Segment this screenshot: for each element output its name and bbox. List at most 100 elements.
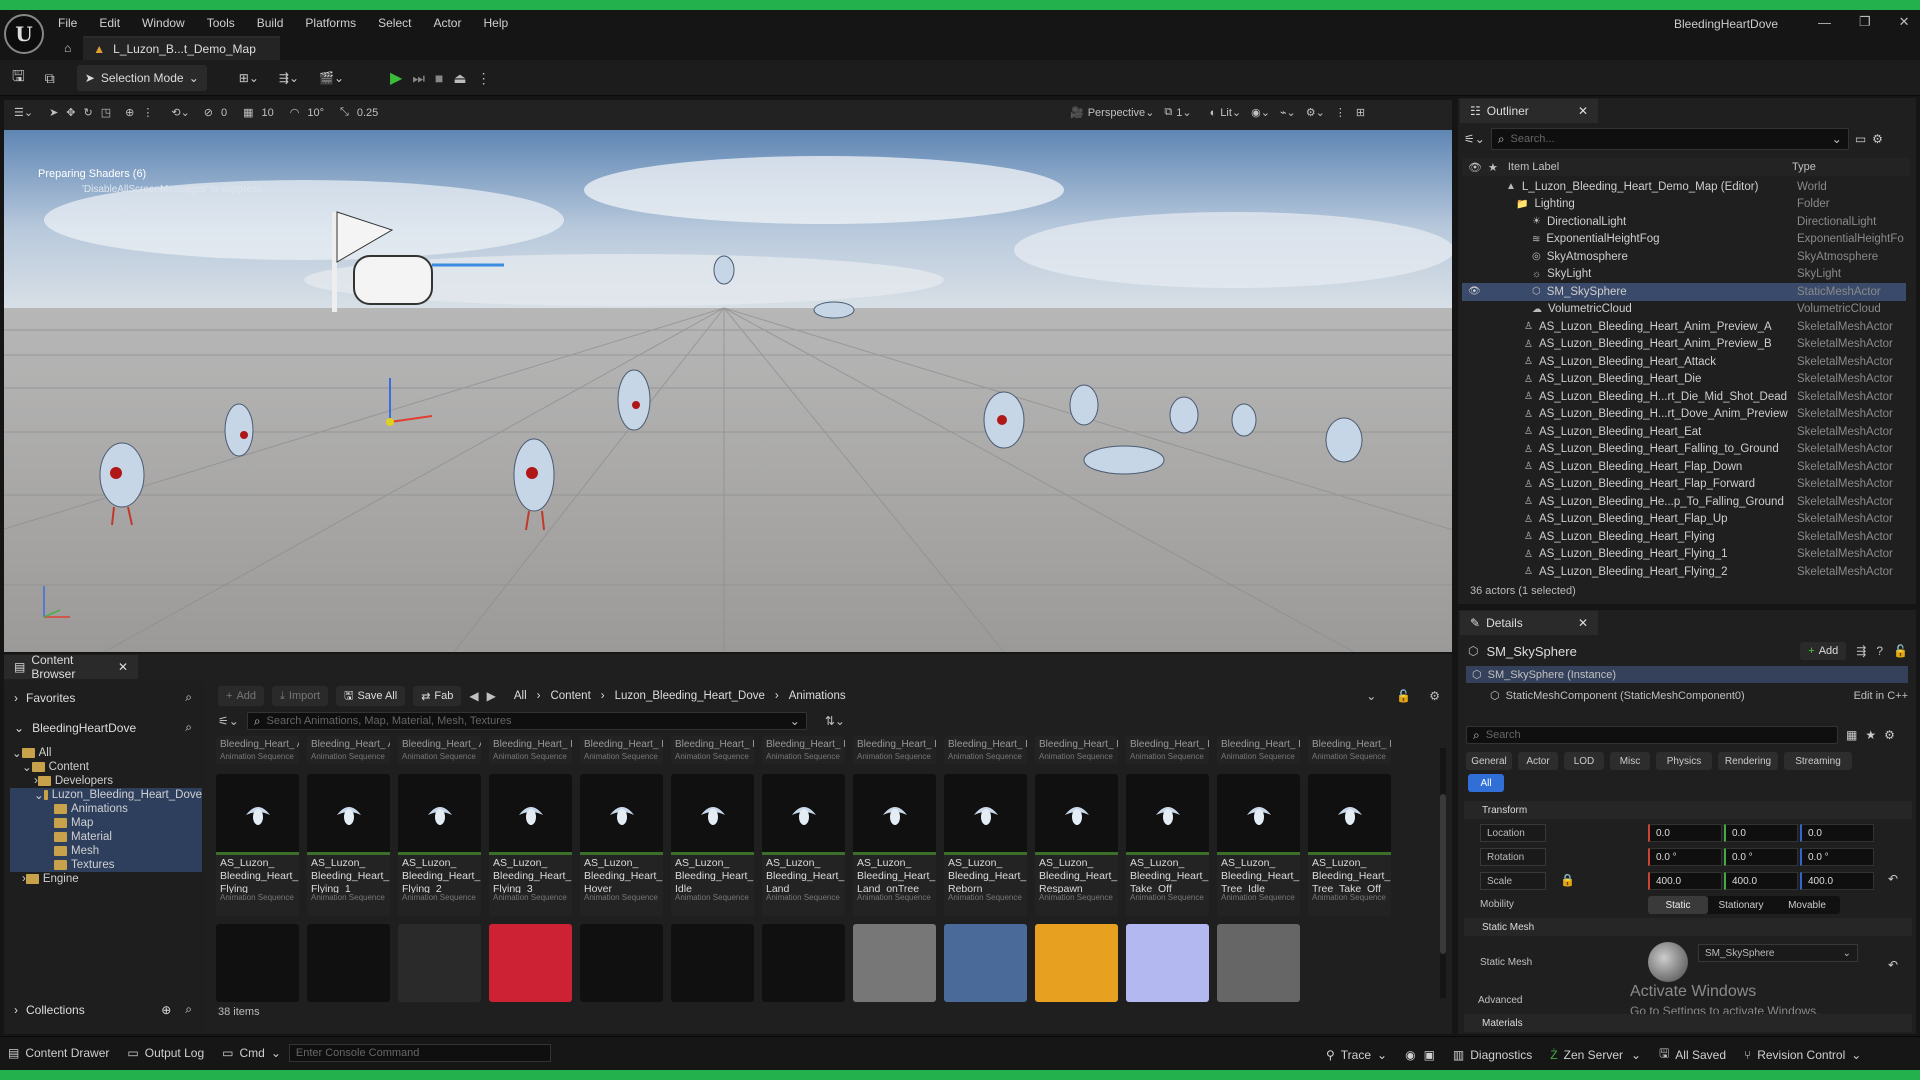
menu-select[interactable]: Select: [378, 16, 411, 30]
static-mesh-thumbnail[interactable]: [1648, 942, 1688, 982]
import-button[interactable]: ⤓ Import: [272, 686, 329, 706]
tab-content-browser[interactable]: ▤ Content Browser ✕: [4, 653, 138, 681]
asset-tile[interactable]: Bleeding_Heart_ Anim_Preview_B Animation …: [307, 736, 390, 764]
outliner-row[interactable]: ♙ AS_Luzon_Bleeding_Heart_Anim_Preview_B S…: [1462, 336, 1906, 354]
rotate-snap-value[interactable]: 10°: [307, 107, 324, 119]
scale-dropdown[interactable]: Scale: [1480, 872, 1546, 890]
visibility-icon[interactable]: 👁: [1468, 286, 1481, 297]
details-search-input[interactable]: ⌕ Search: [1466, 726, 1838, 744]
rotate-snap-icon[interactable]: ◠: [290, 106, 300, 119]
lock-icon[interactable]: 🔓: [1396, 689, 1411, 703]
selection-mode-dropdown[interactable]: ➤ Selection Mode ⌄: [76, 65, 207, 91]
edit-cpp-link[interactable]: Edit in C++: [1854, 690, 1908, 702]
filter-tab-general[interactable]: General: [1466, 752, 1512, 770]
close-icon[interactable]: ✕: [118, 660, 128, 674]
menu-help[interactable]: Help: [483, 16, 508, 30]
settings-icon[interactable]: ⚙: [1884, 728, 1895, 742]
restore-icon[interactable]: ❐: [1859, 14, 1871, 30]
texture-thumbnail-icon[interactable]: [853, 924, 936, 1002]
outliner-row[interactable]: ♙ AS_Luzon_Bleeding_Heart_Die SkeletalMesh…: [1462, 371, 1906, 389]
outliner-row[interactable]: ♙ AS_Luzon_Bleeding_Heart_Falling_to_Grou…: [1462, 441, 1906, 459]
filter-tab-rendering[interactable]: Rendering: [1718, 752, 1778, 770]
outliner-row[interactable]: ♙ AS_Luzon_Bleeding_Heart_Attack SkeletalM…: [1462, 353, 1906, 371]
tree-item-dove[interactable]: ⌄ Luzon_Bleeding_Heart_Dove: [10, 788, 202, 802]
mesh-thumbnail-icon[interactable]: [398, 924, 481, 1002]
reset-icon[interactable]: ↶: [1888, 872, 1898, 886]
outliner-row[interactable]: ♙ AS_Luzon_Bleeding_Heart_Flying SkeletalM…: [1462, 528, 1906, 546]
search-icon[interactable]: ⌕: [185, 720, 192, 735]
outliner-row[interactable]: ♙ AS_Luzon_Bleeding_He...p_To_Falling_Gro…: [1462, 493, 1906, 511]
search-icon[interactable]: ⌕: [185, 1002, 192, 1017]
scale-y[interactable]: 400.0: [1724, 872, 1798, 890]
animation-thumbnail-icon[interactable]: [307, 924, 390, 1002]
perspective-dropdown[interactable]: 🎥 Perspective ⌄: [1070, 106, 1154, 120]
texture-thumbnail-icon[interactable]: [1217, 924, 1300, 1002]
asset-tile[interactable]: Bleeding_Heart_ Flap_To_Falling Animation…: [1126, 736, 1209, 764]
tree-item-map[interactable]: Map: [10, 816, 202, 830]
asset-tile[interactable]: AS_Luzon_ Bleeding_Heart_ Flying_2 Animat…: [398, 774, 481, 916]
scale-z[interactable]: 400.0: [1800, 872, 1874, 890]
cmd-dropdown[interactable]: ▭ Cmd ⌄: [222, 1046, 281, 1060]
tree-item-all[interactable]: ⌄ All: [10, 746, 202, 760]
tree-item-mesh[interactable]: Mesh: [10, 844, 202, 858]
asset-tile[interactable]: Bleeding_Heart_ Flap_Forward Animation Se…: [1035, 736, 1118, 764]
project-header[interactable]: ⌄ BleedingHeartDove ⌕: [14, 720, 192, 735]
history-forward-icon[interactable]: ▶: [487, 689, 496, 703]
rotation-x[interactable]: 0.0 °: [1648, 848, 1722, 866]
asset-tile[interactable]: AS_Luzon_ Bleeding_Heart_ Take_Off Animat…: [1126, 774, 1209, 916]
path-dropdown-icon[interactable]: ⌄: [1366, 689, 1376, 703]
view-mode-dropdown[interactable]: ◐ Lit ⌄: [1210, 106, 1242, 120]
mobility-movable[interactable]: Movable: [1774, 896, 1840, 914]
surface-snapping-icon[interactable]: ⟲⌄: [171, 106, 189, 119]
tab-outliner[interactable]: ☷ Outliner ✕: [1460, 99, 1598, 123]
filter-icon[interactable]: ⚟⌄: [218, 714, 239, 728]
asset-tile[interactable]: Bleeding_Heart_ Die_Mid_Shot_ Animation S…: [580, 736, 663, 764]
outliner-row[interactable]: ◎ SkyAtmosphere SkyAtmosphere: [1462, 248, 1906, 266]
close-icon[interactable]: ✕: [1578, 616, 1588, 630]
outliner-row[interactable]: ♙ AS_Luzon_Bleeding_H...rt_Die_Mid_Shot_D…: [1462, 388, 1906, 406]
scrollbar-thumb[interactable]: [1440, 794, 1446, 954]
output-log-button[interactable]: ▭ Output Log: [127, 1046, 204, 1060]
asset-tile[interactable]: AS_Luzon_ Bleeding_Heart_ Flying_3 Animat…: [489, 774, 572, 916]
animation-thumbnail-icon[interactable]: [216, 924, 299, 1002]
select-tool-icon[interactable]: ➤: [49, 106, 58, 119]
filter-tab-actor[interactable]: Actor: [1518, 752, 1558, 770]
favorites-icon[interactable]: ★: [1865, 728, 1876, 742]
record-icon[interactable]: ◉: [1405, 1048, 1415, 1062]
content-search-input[interactable]: ⌕ Search Animations, Map, Material, Mesh…: [246, 712, 807, 730]
diagnostics-button[interactable]: ▥ Diagnostics: [1453, 1048, 1532, 1062]
animation-thumbnail-icon[interactable]: [580, 924, 663, 1002]
asset-tile[interactable]: Bleeding_Heart_ Anim_Preview_A Animation …: [216, 736, 299, 764]
outliner-row[interactable]: ☼ SkyLight SkyLight: [1462, 266, 1906, 284]
outliner-row[interactable]: ☀ DirectionalLight DirectionalLight: [1462, 213, 1906, 231]
search-icon[interactable]: ⌕: [185, 690, 192, 705]
more-icon[interactable]: ⋮: [1335, 106, 1346, 119]
animation-thumbnail-icon[interactable]: [671, 924, 754, 1002]
transform-section[interactable]: Transform: [1464, 801, 1912, 819]
filter-tab-all[interactable]: All: [1468, 774, 1504, 792]
breadcrumb-content[interactable]: Content: [550, 690, 590, 702]
settings-icon[interactable]: ⚙: [1429, 689, 1440, 703]
rotation-dropdown[interactable]: Rotation: [1480, 848, 1546, 866]
cinematics-icon[interactable]: 🎬⌄: [319, 71, 344, 85]
tree-item-textures[interactable]: Textures: [10, 858, 202, 872]
translate-tool-icon[interactable]: ✥: [66, 106, 75, 119]
asset-tile[interactable]: AS_Luzon_ Bleeding_Heart_ Flying Animatio…: [216, 774, 299, 916]
mobility-static[interactable]: Static: [1648, 896, 1708, 914]
asset-tile[interactable]: Bleeding_Heart_ Eat Animation Sequence: [762, 736, 845, 764]
minimize-icon[interactable]: —: [1818, 15, 1831, 30]
menu-file[interactable]: File: [58, 16, 77, 30]
revision-control-dropdown[interactable]: ⑂ Revision Control ⌄: [1744, 1048, 1861, 1062]
sphere-thumbnail-icon[interactable]: [489, 924, 572, 1002]
layout-icon[interactable]: ⊞: [1356, 106, 1365, 119]
static-mesh-picker[interactable]: SM_SkySphere ⌄: [1698, 944, 1858, 962]
filter-tab-lod[interactable]: LOD: [1564, 752, 1604, 770]
unreal-logo-icon[interactable]: U: [4, 14, 44, 54]
grid-icon[interactable]: ▦: [243, 106, 253, 119]
trace-dropdown[interactable]: ⚲ Trace ⌄: [1326, 1048, 1387, 1062]
scale-tool-icon[interactable]: ◳: [101, 106, 111, 119]
texture-thumbnail-icon[interactable]: [944, 924, 1027, 1002]
menu-actor[interactable]: Actor: [433, 16, 461, 30]
scale-x[interactable]: 400.0: [1648, 872, 1722, 890]
screenshot-icon[interactable]: ▣: [1424, 1048, 1435, 1062]
